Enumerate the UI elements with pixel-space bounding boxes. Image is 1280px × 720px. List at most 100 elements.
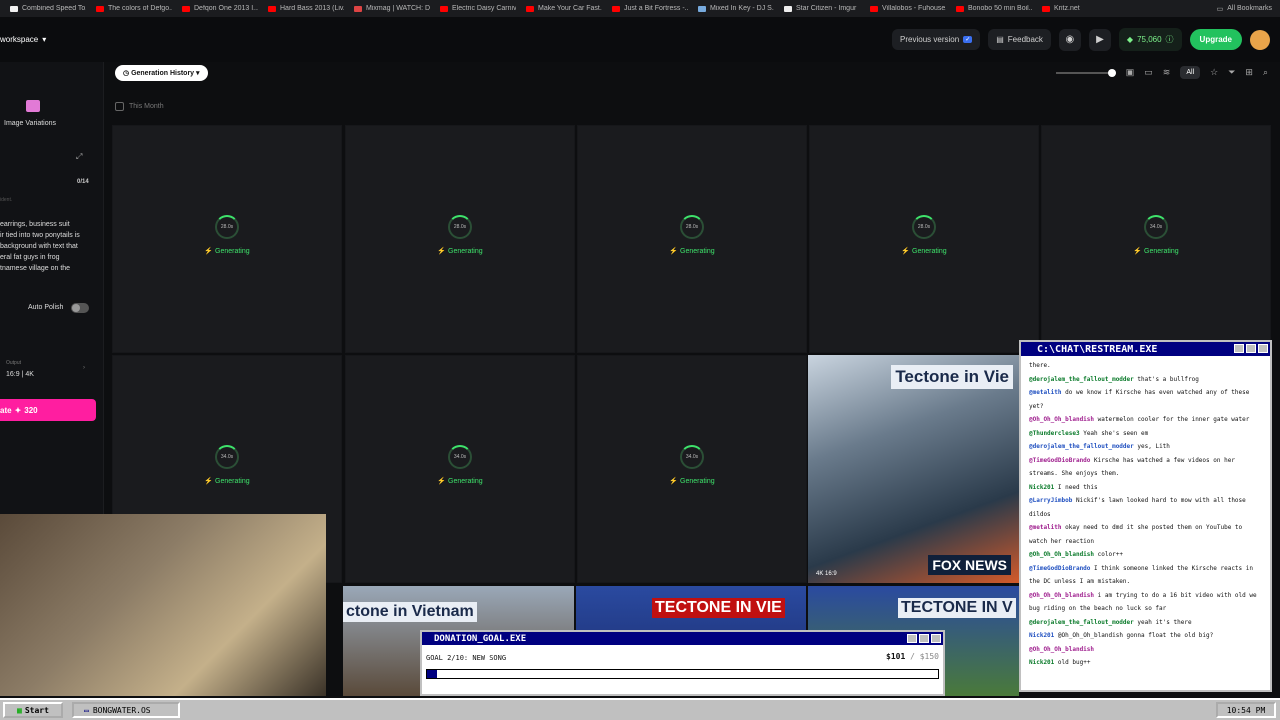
bookmark-item[interactable]: Bonobo 50 min Boil... bbox=[956, 5, 1032, 12]
bookmark-label: Mixmag | WATCH: D... bbox=[366, 5, 430, 12]
close-icon[interactable] bbox=[931, 634, 941, 643]
minimize-icon[interactable] bbox=[907, 634, 917, 643]
output-value[interactable]: 16:9 | 4K bbox=[6, 371, 34, 378]
maximize-icon[interactable] bbox=[1246, 344, 1256, 353]
search-icon[interactable]: ⌕ bbox=[1263, 67, 1268, 78]
motion-icon[interactable]: ≋ bbox=[1163, 67, 1171, 78]
bookmark-item[interactable]: Defqon One 2013 I... bbox=[182, 5, 258, 12]
maximize-icon[interactable] bbox=[919, 634, 929, 643]
chat-text: I need this bbox=[1057, 483, 1098, 491]
chat-username: @Oh_Oh_Oh_blandish bbox=[1029, 645, 1095, 653]
auto-polish-toggle[interactable] bbox=[71, 303, 89, 313]
prompt-text[interactable]: earrings, business suit ir tied into two… bbox=[0, 219, 100, 274]
feedback-button[interactable]: ▤ Feedback bbox=[988, 29, 1051, 50]
chat-text: do we know if Kirsche has even watched a… bbox=[1029, 389, 1250, 410]
image-variations-label[interactable]: Image Variations bbox=[4, 120, 56, 127]
generation-card[interactable]: 28.0s ⚡ Generating bbox=[577, 125, 807, 353]
upgrade-button[interactable]: Upgrade bbox=[1189, 29, 1242, 50]
timer: 34.0s bbox=[1149, 224, 1163, 230]
bookmark-item[interactable]: The colors of Defgo... bbox=[96, 5, 172, 12]
generation-card[interactable]: 34.0s ⚡ Generating bbox=[345, 355, 575, 583]
generation-card[interactable]: 28.0s ⚡ Generating bbox=[809, 125, 1039, 353]
grid-icon[interactable]: ⊞ bbox=[1245, 67, 1253, 78]
info-icon: ⓘ bbox=[1165, 35, 1174, 44]
taskbar-item-bongwater[interactable]: ▭ BONGWATER.OS bbox=[72, 702, 180, 718]
previous-version-button[interactable]: Previous version ✓ bbox=[892, 29, 981, 50]
generation-card[interactable]: 34.0s ⚡ Generating bbox=[1041, 125, 1271, 353]
checkbox-icon: ✓ bbox=[963, 36, 973, 43]
all-filter-button[interactable]: All bbox=[1180, 66, 1201, 79]
chat-message: @Oh_Oh_Oh_blandish i am trying to do a 1… bbox=[1029, 589, 1260, 616]
token-icon: ◆ bbox=[1126, 35, 1134, 44]
bookmark-label: Defqon One 2013 I... bbox=[194, 5, 258, 12]
chat-text: old bug++ bbox=[1057, 659, 1091, 666]
bookmark-item[interactable]: Star Citizen - Imgur bbox=[784, 5, 860, 12]
bookmark-item[interactable]: Just a Bit Fortress -... bbox=[612, 5, 688, 12]
filter-icon[interactable]: ⏷ bbox=[1228, 67, 1235, 78]
donation-progress-bar bbox=[426, 669, 939, 679]
generation-history-dropdown[interactable]: ◷ Generation History ▾ bbox=[115, 65, 208, 81]
generate-button[interactable]: ate ✦ 320 bbox=[0, 399, 96, 421]
image-icon[interactable]: ▣ bbox=[1126, 67, 1135, 78]
generation-card[interactable]: 34.0s ⚡ Generating bbox=[577, 355, 807, 583]
avatar[interactable] bbox=[1250, 29, 1270, 50]
workspace-selector[interactable]: workspace ▾ bbox=[0, 35, 46, 44]
bookmark-item[interactable]: Hard Bass 2013 (Liv... bbox=[268, 5, 344, 12]
generation-card[interactable]: 28.0s ⚡ Generating bbox=[345, 125, 575, 353]
favicon-icon bbox=[526, 5, 534, 12]
loading-spinner-icon: 28.0s bbox=[912, 215, 936, 239]
close-icon[interactable] bbox=[1258, 344, 1268, 353]
chat-bubble-icon: ▤ bbox=[996, 35, 1004, 44]
taskbar-item-label: BONGWATER.OS bbox=[92, 705, 151, 715]
minimize-icon[interactable] bbox=[1234, 344, 1244, 353]
chat-username: Nick201 bbox=[1029, 632, 1055, 639]
timer: 28.0s bbox=[917, 224, 931, 230]
favicon-icon bbox=[182, 5, 190, 12]
generation-card[interactable]: 28.0s ⚡ Generating bbox=[112, 125, 342, 353]
app-header: workspace ▾ Previous version ✓ ▤ Feedbac… bbox=[0, 17, 1280, 62]
token-balance[interactable]: ◆ 75,060 ⓘ bbox=[1118, 28, 1182, 51]
chat-message: @TimeGodDioBrando I think someone linked… bbox=[1029, 562, 1260, 589]
chat-text: @Oh_Oh_Oh_blandish gonna float the old b… bbox=[1057, 632, 1214, 639]
all-bookmarks-button[interactable]: ▭ All Bookmarks bbox=[1210, 0, 1272, 17]
token-count: 75,060 bbox=[1137, 35, 1162, 44]
favicon-icon bbox=[440, 5, 448, 12]
checkbox[interactable] bbox=[115, 102, 124, 111]
star-icon[interactable]: ☆ bbox=[1210, 67, 1218, 78]
discord-icon[interactable]: ◉ bbox=[1058, 28, 1081, 51]
this-month-filter[interactable]: This Month bbox=[115, 102, 164, 111]
donation-current: $101 bbox=[886, 652, 906, 661]
video-icon[interactable]: ▭ bbox=[1144, 67, 1153, 78]
bookmark-item[interactable]: Mixmag | WATCH: D... bbox=[354, 5, 430, 12]
expand-icon[interactable]: ⤢ bbox=[76, 152, 82, 162]
generate-label: ate bbox=[0, 405, 12, 415]
bookmark-item[interactable]: Mixed In Key - DJ S... bbox=[698, 5, 774, 12]
bookmark-label: The colors of Defgo... bbox=[108, 5, 172, 12]
status-label: Generating bbox=[215, 248, 250, 255]
generating-status: ⚡ Generating bbox=[669, 478, 715, 485]
status-label: Generating bbox=[912, 248, 947, 255]
loading-spinner-icon: 34.0s bbox=[448, 445, 472, 469]
bookmark-item[interactable]: Electric Daisy Carniv... bbox=[440, 5, 516, 12]
chat-username: @metalith bbox=[1029, 389, 1062, 396]
bookmark-item[interactable]: Kritz.net bbox=[1042, 5, 1118, 12]
generating-status: ⚡ Generating bbox=[204, 478, 250, 485]
favicon-icon bbox=[354, 5, 362, 12]
chat-message: @metalith do we know if Kirsche has even… bbox=[1029, 386, 1260, 413]
webcam-overlay bbox=[0, 514, 326, 696]
generated-image[interactable]: Tectone in Vie FOX NEWS 4K 16:9 bbox=[808, 355, 1019, 583]
zoom-slider[interactable] bbox=[1055, 68, 1116, 77]
chat-message: @TimeGodDioBrando Kirsche has watched a … bbox=[1029, 454, 1260, 481]
favicon-icon bbox=[956, 5, 964, 12]
bookmark-item[interactable]: Villalobos - Fuhouse... bbox=[870, 5, 946, 12]
youtube-icon[interactable]: ▶ bbox=[1088, 28, 1111, 51]
bookmark-item[interactable]: Combined Speed To... bbox=[10, 5, 86, 12]
sidebar: Image Variations ⤢ 0/14 ident. earrings,… bbox=[0, 62, 104, 514]
bookmark-item[interactable]: Make Your Car Fast... bbox=[526, 5, 602, 12]
start-button[interactable]: ▦ Start bbox=[3, 702, 63, 718]
image-variations-icon[interactable] bbox=[26, 100, 40, 112]
generating-status: ⚡ Generating bbox=[901, 248, 947, 255]
donation-target: / $150 bbox=[910, 652, 939, 661]
chat-window[interactable]: C:\CHAT\RESTREAM.EXE there. @derojalem_th… bbox=[1019, 340, 1272, 692]
generating-status: ⚡ Generating bbox=[669, 248, 715, 255]
